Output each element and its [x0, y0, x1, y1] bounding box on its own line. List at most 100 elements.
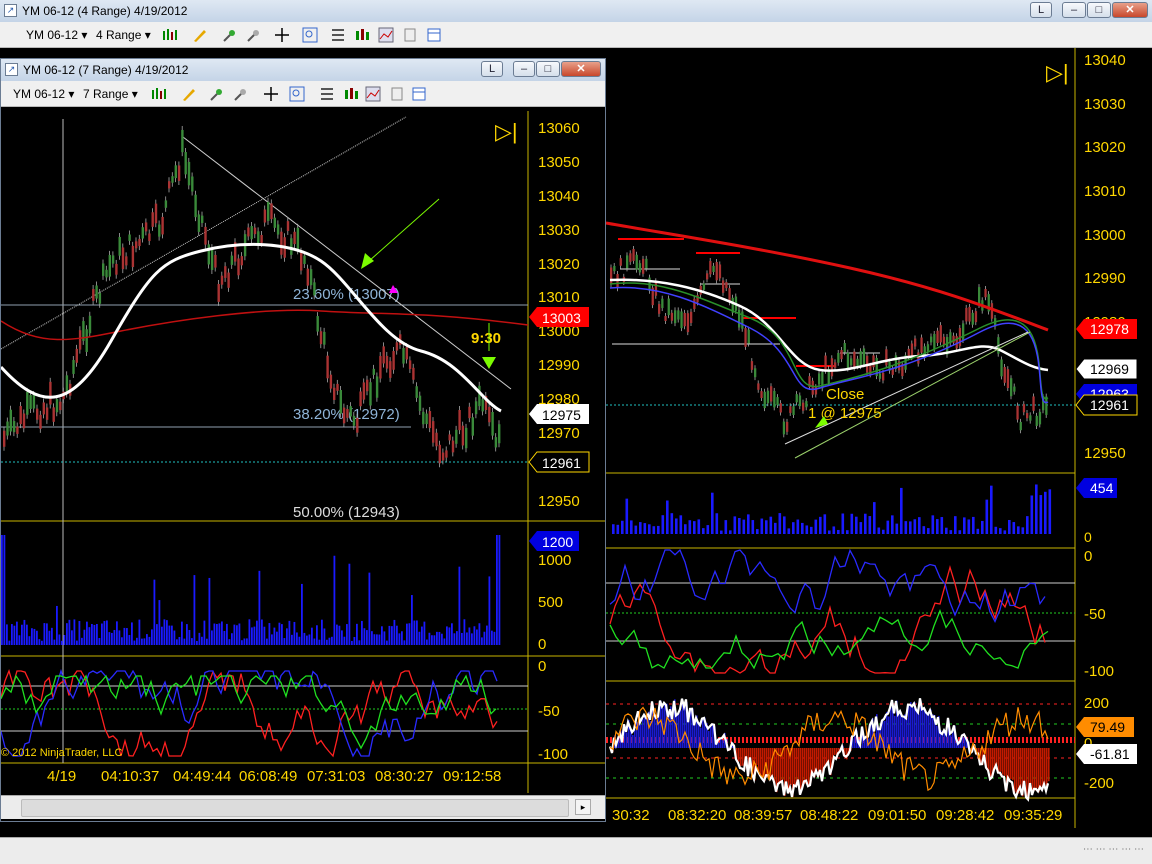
cci-tick: -200	[1084, 775, 1114, 792]
volume-bar	[263, 626, 266, 645]
volume-bar	[351, 640, 353, 645]
cci-bar	[718, 742, 720, 748]
volume-bar	[729, 530, 732, 534]
candle-body	[1003, 367, 1006, 383]
back-lock-button[interactable]: L	[1030, 2, 1052, 18]
data-box-icon[interactable]	[389, 86, 405, 102]
volume-bar	[71, 630, 73, 645]
front-instrument-selector[interactable]: YM 06-12 ▾	[13, 85, 74, 103]
strategies-icon[interactable]	[343, 86, 359, 102]
candle-body	[201, 215, 204, 224]
volume-bar	[316, 625, 318, 645]
price-tick: 13040	[1084, 52, 1126, 69]
front-close-button[interactable]: ✕	[561, 61, 601, 77]
cci-bar	[928, 711, 930, 748]
front-horizontal-scrollbar[interactable]: ▸	[1, 795, 605, 819]
drawing-tool-icon[interactable]	[192, 27, 208, 43]
volume-bar	[756, 529, 759, 534]
candle-body	[131, 245, 135, 268]
volume-bar	[940, 517, 944, 534]
scroll-right-button[interactable]: ▸	[575, 799, 591, 815]
volume-bar	[268, 623, 271, 645]
front-maximize-button[interactable]: □	[536, 61, 560, 77]
volume-bar	[173, 630, 176, 645]
front-chart-canvas[interactable]: ▷| 13060 13050 13040 13030 13020 13010 1…	[1, 111, 605, 793]
volume-bar	[828, 530, 831, 534]
chevron-down-icon: ▾	[144, 28, 151, 42]
front-window-titlebar[interactable]: ↗ YM 06-12 (7 Range) 4/19/2012 L – □ ✕	[1, 59, 605, 81]
candle-body	[722, 280, 725, 293]
volume-bar	[706, 525, 710, 534]
front-marker-sma-red: 13003	[529, 307, 589, 327]
cci-bar	[1026, 748, 1028, 797]
volume-bar	[228, 639, 231, 645]
drawing-tool-icon[interactable]	[181, 86, 197, 102]
back-bartype-selector[interactable]: 4 Range ▾	[96, 26, 151, 44]
zoom-in-icon[interactable]	[222, 27, 238, 43]
front-play-icon[interactable]: ▷|	[495, 119, 518, 144]
candle-body	[405, 347, 408, 360]
candle-body	[824, 355, 827, 371]
chart-trader-icon[interactable]	[426, 27, 442, 43]
chart-trader-icon[interactable]	[411, 86, 427, 102]
front-lock-button[interactable]: L	[481, 61, 503, 77]
svg-text:-61.81: -61.81	[1090, 746, 1130, 762]
cci-bar	[912, 707, 914, 748]
back-instrument-selector[interactable]: YM 06-12 ▾	[26, 26, 87, 44]
cci-bar	[910, 702, 912, 748]
front-chart-window: ↗ YM 06-12 (7 Range) 4/19/2012 L – □ ✕ Y…	[0, 58, 606, 822]
scrollbar-thumb[interactable]	[21, 799, 569, 817]
volume-bar	[670, 513, 674, 534]
candle-body	[712, 265, 715, 272]
volume-bar	[61, 640, 63, 645]
cci-bar	[644, 715, 646, 748]
back-cci-marker-a: 79.49	[1076, 717, 1134, 737]
front-minimize-button[interactable]: –	[513, 61, 535, 77]
cci-bar	[908, 705, 910, 748]
cci-bar	[658, 714, 660, 748]
back-minimize-button[interactable]: –	[1062, 2, 1086, 18]
zoom-in-icon[interactable]	[209, 86, 225, 102]
back-window-titlebar[interactable]: ↗ YM 06-12 (4 Range) 4/19/2012 L – □ ✕	[0, 0, 1152, 22]
crosshair-icon[interactable]	[263, 86, 279, 102]
back-maximize-button[interactable]: □	[1087, 2, 1111, 18]
front-bartype-selector[interactable]: 7 Range ▾	[83, 85, 138, 103]
data-box-icon[interactable]	[402, 27, 418, 43]
volume-bar	[323, 628, 326, 645]
volume-bar	[153, 579, 156, 645]
candle-body	[474, 401, 478, 415]
volume-bar	[161, 626, 163, 645]
candle-body	[654, 281, 658, 296]
bar-style-icon[interactable]	[151, 86, 167, 102]
candle-body	[610, 267, 613, 285]
volume-bar	[298, 636, 301, 645]
volume-bar	[882, 529, 885, 534]
candle-body	[280, 231, 283, 255]
candle-body	[933, 333, 936, 350]
indicators-icon[interactable]	[378, 27, 394, 43]
volume-bar	[1, 535, 3, 645]
bar-style-icon[interactable]	[162, 27, 178, 43]
candle-body	[629, 253, 632, 262]
zoom-out-icon[interactable]	[233, 86, 249, 102]
zoom-out-icon[interactable]	[246, 27, 262, 43]
volume-bar	[496, 535, 498, 645]
volume-bar	[483, 631, 486, 645]
magnifier-icon[interactable]	[302, 27, 318, 43]
magnifier-icon[interactable]	[289, 86, 305, 102]
cci-bar	[906, 717, 908, 748]
cci-bar	[978, 748, 980, 753]
crosshair-icon[interactable]	[274, 27, 290, 43]
back-close-button[interactable]: ✕	[1112, 2, 1148, 18]
back-play-icon[interactable]: ▷|	[1046, 60, 1069, 85]
volume-bar	[113, 629, 116, 645]
back-window-statusbar: ⋯ ⋯ ⋯ ⋯ ⋯	[0, 837, 1152, 864]
volume-bar	[131, 622, 133, 645]
volume-bar	[796, 519, 800, 534]
properties-icon[interactable]	[330, 27, 346, 43]
properties-icon[interactable]	[319, 86, 335, 102]
cci-bar	[1014, 748, 1016, 793]
indicators-icon[interactable]	[365, 86, 381, 102]
strategies-icon[interactable]	[354, 27, 370, 43]
volume-bar	[819, 516, 822, 534]
